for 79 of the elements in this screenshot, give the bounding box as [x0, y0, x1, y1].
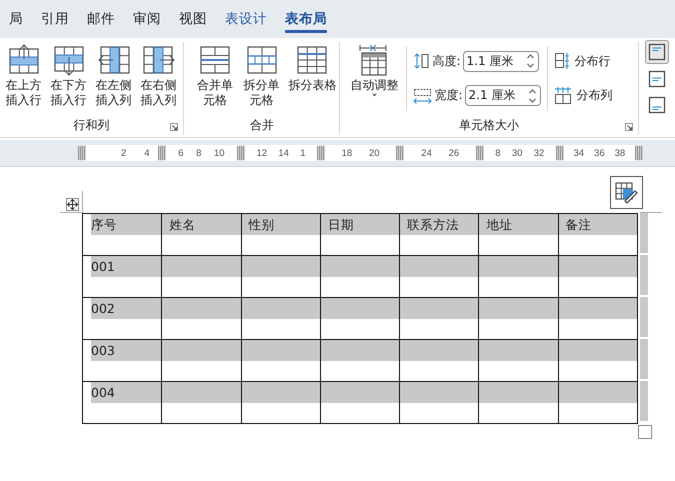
ruler-number: 6 — [178, 148, 184, 158]
table-cell: 002 — [82, 298, 162, 340]
align-button[interactable] — [646, 94, 668, 116]
align-button[interactable] — [646, 68, 668, 90]
autofit-button[interactable]: 自动调整 ˇ — [342, 42, 406, 115]
table-cell: 性别 — [241, 214, 320, 256]
row-end-marker — [640, 297, 648, 337]
table-cell: 地址 — [478, 214, 558, 256]
ruler-number: 8 — [196, 148, 202, 158]
ruler-number: 24 — [421, 148, 432, 158]
ribbon-tab[interactable]: 审阅 — [124, 0, 170, 38]
table-resize-handle[interactable] — [638, 425, 652, 439]
ribbon-button[interactable]: 在右侧插入列 — [137, 42, 180, 115]
ruler-number: 32 — [534, 148, 544, 158]
ribbon-tab[interactable]: 邮件 — [78, 0, 124, 38]
ruler-number: 30 — [512, 148, 522, 158]
distribute-button[interactable]: 分布列 — [554, 82, 613, 109]
column-marker[interactable] — [237, 146, 246, 160]
group-label: 单元格大小 — [459, 116, 520, 134]
distribute-button[interactable]: 分布行 — [554, 48, 613, 74]
row-end-marker — [640, 255, 648, 295]
table-cell: 001 — [82, 256, 162, 298]
ruler-number: 38 — [614, 148, 626, 158]
ribbon-button[interactable]: 合并单元格 — [194, 42, 236, 115]
distribute-rows-icon — [554, 52, 570, 70]
column-marker[interactable] — [396, 146, 404, 160]
table-cell: 姓名 — [162, 214, 242, 256]
ruler-number: 10 — [214, 148, 225, 158]
quick-layout-button[interactable] — [610, 176, 643, 209]
ribbon-button[interactable]: 在下方插入行 — [47, 42, 90, 115]
ruler-number: 1 — [300, 148, 306, 158]
number-field[interactable]: 1.1 厘米 — [462, 50, 539, 72]
row-end-marker — [640, 213, 648, 253]
ruler-number: 2 — [121, 148, 126, 158]
ruler-number: 20 — [368, 148, 380, 158]
number-field[interactable]: 2.1 厘米 — [464, 85, 541, 106]
row-height-icon — [413, 52, 430, 70]
ribbon-button[interactable]: 拆分单元格 — [240, 42, 282, 115]
ribbon-tab[interactable]: 视图 — [170, 0, 216, 38]
table-cell: 004 — [82, 382, 162, 424]
field-label: 高度: — [432, 52, 461, 70]
align-icon — [648, 96, 666, 114]
spinner-icon — [528, 88, 537, 104]
ribbon-button[interactable]: 在上方插入行 — [2, 42, 45, 115]
table-cell: 备注 — [558, 214, 638, 256]
column-marker[interactable] — [78, 146, 86, 160]
table-cell: 日期 — [320, 214, 400, 256]
move-icon — [67, 199, 78, 210]
field-label: 宽度: — [434, 87, 463, 104]
group-label: 合并 — [250, 116, 274, 134]
row-end-marker — [640, 381, 648, 421]
align-button[interactable] — [645, 40, 669, 64]
table-cell: 003 — [82, 340, 162, 382]
distribute-columns-icon — [554, 86, 572, 105]
ribbon-tab[interactable]: 表布局 — [276, 0, 336, 38]
column-width-icon — [413, 86, 432, 105]
ruler-number: 36 — [594, 148, 605, 158]
table-cell: 联系方法 — [400, 214, 479, 256]
ruler-number: 26 — [448, 148, 460, 158]
ruler-number: 14 — [278, 148, 289, 158]
table-move-handle[interactable] — [66, 198, 79, 211]
spinner-icon — [526, 53, 535, 70]
group-label: 行和列 — [74, 116, 110, 134]
column-marker[interactable] — [635, 146, 644, 160]
ruler-number: 4 — [144, 148, 150, 158]
ruler-number: 34 — [574, 148, 584, 158]
ribbon-tab[interactable]: 引用 — [32, 0, 78, 38]
align-icon — [648, 43, 666, 61]
ribbon-tab[interactable]: 表设计 — [216, 0, 276, 38]
ribbon-tab[interactable]: 局 — [0, 0, 32, 38]
ruler-number: 18 — [342, 148, 352, 158]
ruler-number: 8 — [495, 148, 501, 158]
ribbon-button[interactable]: 拆分表格 — [287, 42, 338, 115]
align-icon — [648, 70, 666, 88]
row-end-marker — [640, 339, 648, 379]
table-style-icon — [615, 181, 638, 204]
table-cell: 序号 — [82, 214, 162, 256]
ruler-number: 12 — [256, 148, 268, 158]
ribbon-button[interactable]: 在左侧插入列 — [92, 42, 135, 115]
